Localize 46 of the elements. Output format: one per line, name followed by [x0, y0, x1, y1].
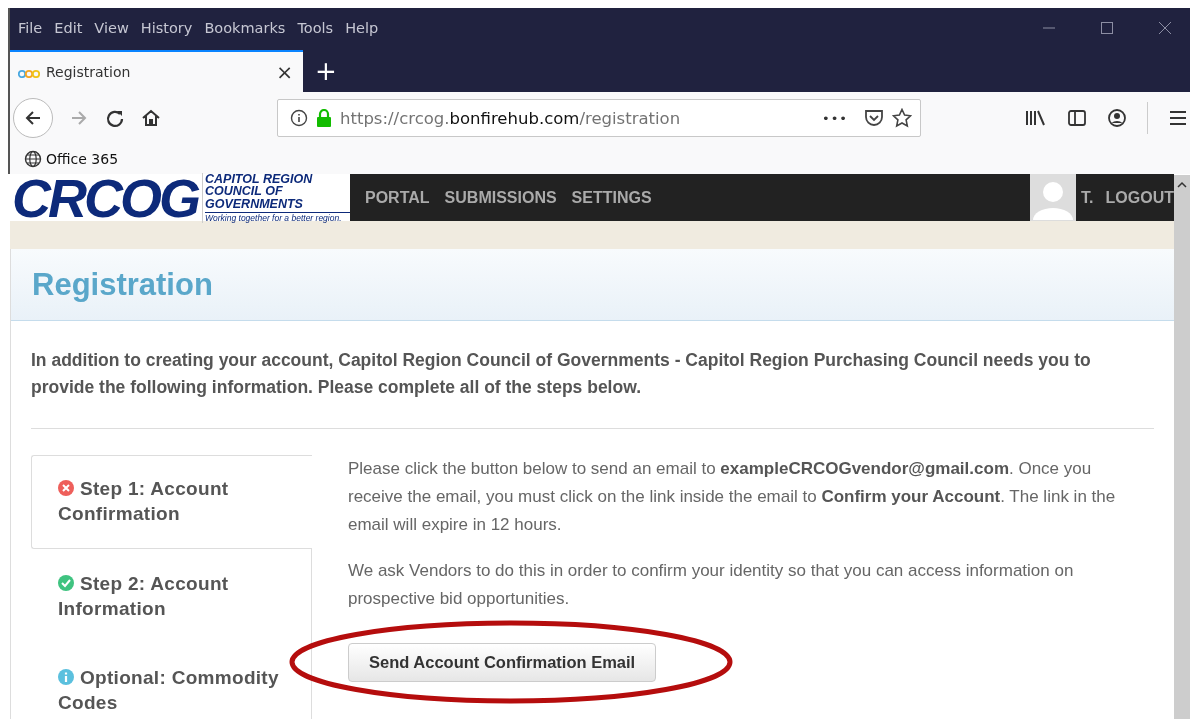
reload-icon[interactable]	[105, 108, 125, 128]
menu-item[interactable]: Help	[345, 20, 379, 36]
step-tab[interactable]: Step 1: Account Confirmation	[31, 455, 312, 549]
menu-item[interactable]: File	[18, 20, 43, 36]
menu-item[interactable]: History	[140, 20, 193, 36]
pocket-icon[interactable]	[864, 108, 884, 128]
sidebar-icon[interactable]	[1067, 108, 1087, 128]
nav-link[interactable]: SUBMISSIONS	[444, 188, 557, 207]
page-title: Registration	[32, 266, 213, 303]
bookmark-item[interactable]: Office 365	[24, 150, 119, 168]
back-button[interactable]	[13, 98, 53, 138]
menu-item[interactable]: Edit	[54, 20, 83, 36]
url-text: https://crcog.bonfirehub.com/registration	[340, 108, 682, 128]
scroll-up-icon[interactable]	[1177, 181, 1187, 189]
tab-close-button[interactable]: ×	[276, 60, 293, 84]
lock-icon	[316, 109, 332, 127]
menu-item[interactable]: Bookmarks	[204, 20, 286, 36]
browser-tab[interactable]: Registration ×	[10, 50, 303, 92]
library-icon[interactable]	[1025, 108, 1047, 128]
star-icon[interactable]	[892, 108, 912, 128]
logout-link[interactable]: LOGOUT	[1105, 188, 1174, 207]
step-tab[interactable]: Optional: Commodity Codes	[31, 645, 311, 719]
step-tab[interactable]: Step 2: Account Information	[31, 551, 311, 643]
info-icon[interactable]	[290, 109, 308, 127]
logo-text: COUNCIL OF GOVERNMENTS	[205, 185, 304, 210]
address-bar[interactable]: https://crcog.bonfirehub.com/registration •••	[277, 99, 921, 137]
user-name[interactable]: T.	[1081, 188, 1094, 207]
scrollbar[interactable]	[1174, 175, 1190, 719]
nav-link[interactable]: PORTAL	[365, 188, 430, 207]
close-icon[interactable]	[1158, 21, 1172, 35]
menu-item[interactable]: Tools	[297, 20, 334, 36]
globe-icon	[24, 150, 42, 168]
maximize-icon[interactable]	[1100, 21, 1114, 35]
account-icon[interactable]	[1107, 108, 1127, 128]
menu-icon[interactable]	[1168, 108, 1188, 128]
page-actions-button[interactable]: •••	[822, 110, 848, 126]
avatar[interactable]	[1030, 174, 1077, 221]
menu-item[interactable]: View	[94, 20, 129, 36]
instruction-text: Please click the button below to send an email to exampleCRCOGvendor@gmail.com. Once you receive the email, you must click on the link inside the email to Confirm your Account. The link in the email will expire in 12 hours.	[348, 458, 1117, 536]
instruction-text: We ask Vendors to do this in order to confirm your identity so that you can access information on prospective bid opportunities.	[348, 560, 1075, 610]
logo-text: CAPITOL REGION	[205, 172, 314, 185]
home-icon[interactable]	[141, 108, 161, 128]
nav-link[interactable]: SETTINGS	[571, 188, 652, 207]
intro-text: In addition to creating your account, Capitol Region Council of Governments - Capitol Region Purchasing Council needs you to provide the following information. Please complete all of the steps below.	[31, 349, 1092, 399]
new-tab-button[interactable]: +	[303, 50, 349, 92]
send-confirmation-button[interactable]: Send Account Confirmation Email	[348, 642, 657, 682]
